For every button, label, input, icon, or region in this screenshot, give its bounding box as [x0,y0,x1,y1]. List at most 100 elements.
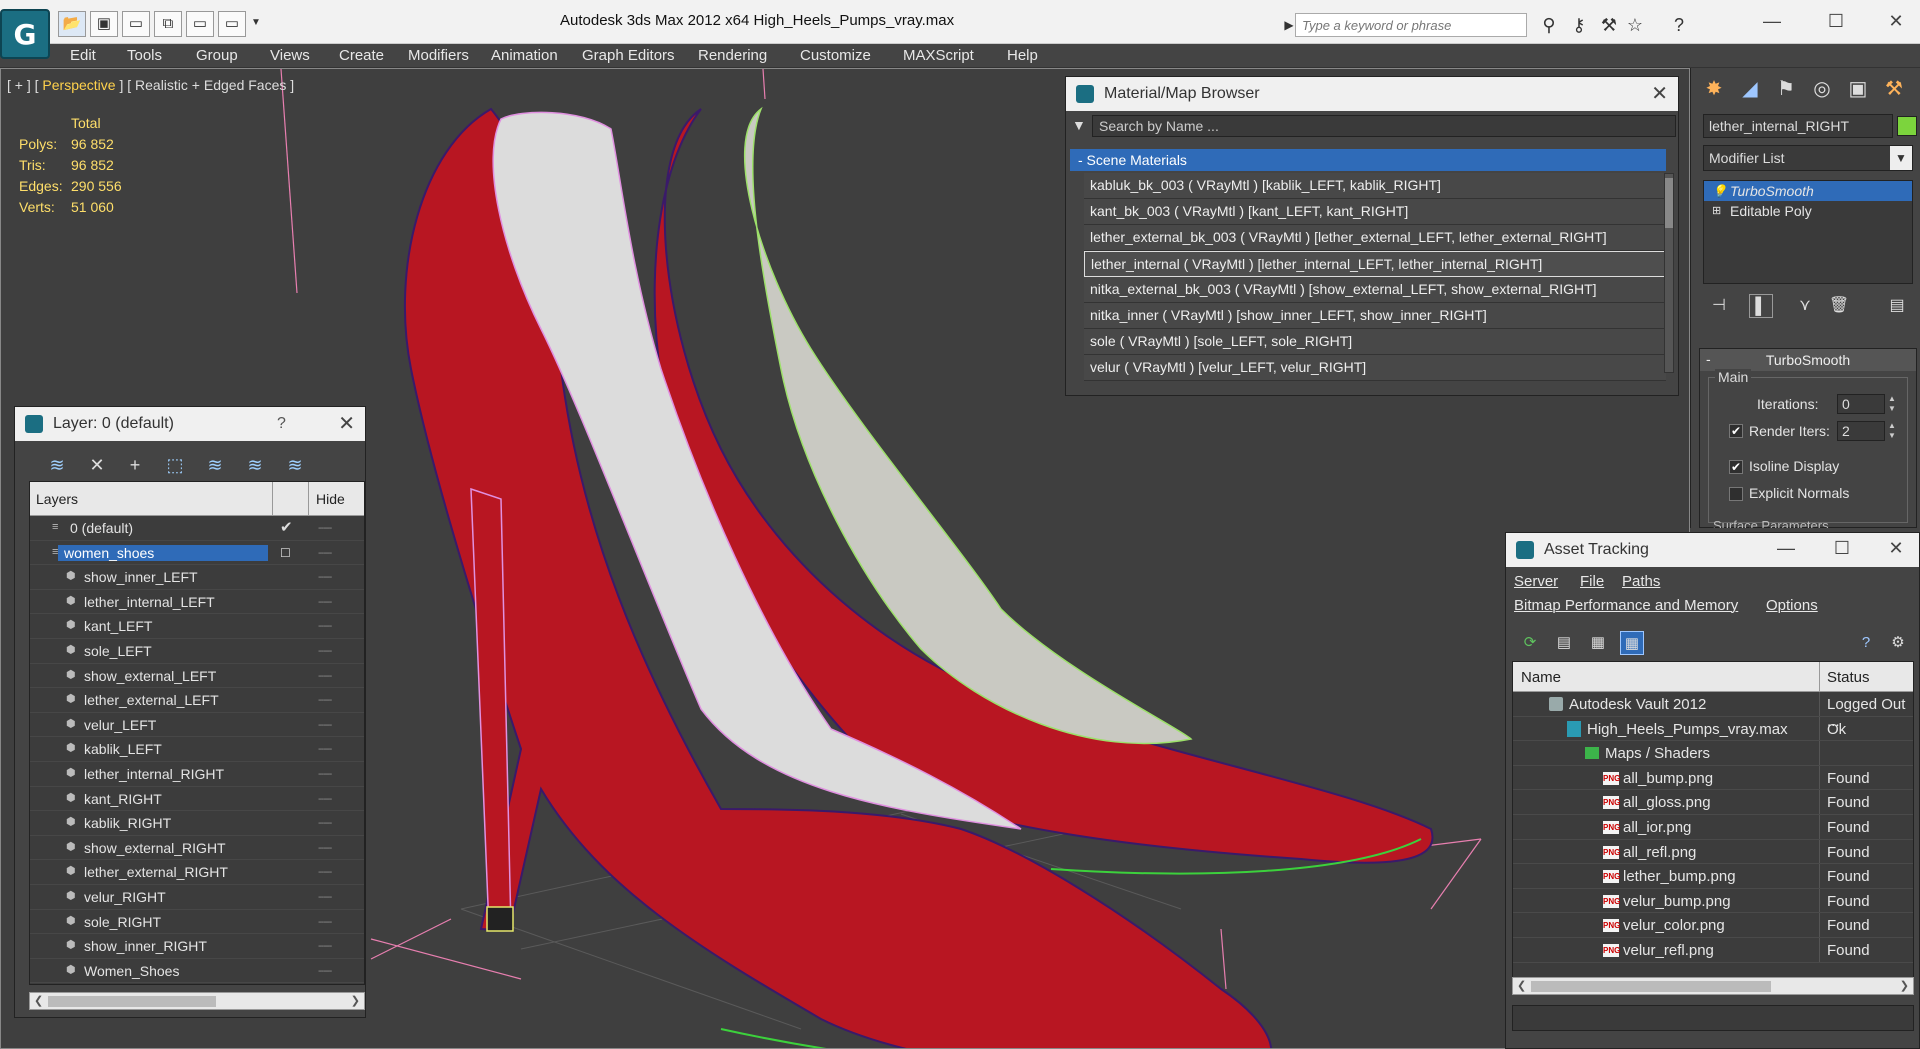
material-row[interactable]: nitka_external_bk_003 ( VRayMtl ) [show_… [1084,277,1666,303]
layer-name[interactable]: velur_RIGHT [84,889,166,905]
pin-stack-icon[interactable]: ⊣ [1707,294,1731,318]
render-iters-spinner[interactable]: 2 [1837,421,1885,441]
menu-modifiers[interactable]: Modifiers [408,47,469,64]
modify-tab-icon[interactable]: ◢ [1735,76,1765,104]
asset-row[interactable]: High_Heels_Pumps_vray.max Ok [1513,716,1913,742]
iterations-spinner[interactable]: 0 [1837,394,1885,414]
material-row[interactable]: nitka_inner ( VRayMtl ) [show_inner_LEFT… [1084,303,1666,329]
layer-name[interactable]: lether_internal_LEFT [84,594,215,610]
asset-row[interactable]: PNG all_bump.png Found [1513,765,1913,791]
create-tab-icon[interactable]: ✸ [1699,76,1729,104]
layer-row[interactable]: ⬢ lether_external_LEFT ----- [30,688,364,713]
thumbnail-view-icon[interactable]: ▦ [1586,631,1610,655]
asset-row[interactable]: Autodesk Vault 2012 Logged Out ... [1513,692,1913,730]
maximize-icon[interactable]: ☐ [1824,538,1860,562]
viewport-view-name[interactable]: Perspective [39,77,120,93]
hide-toggle[interactable]: ----- [318,940,332,952]
create-layer-icon[interactable]: ≋ [45,453,69,477]
hide-toggle[interactable]: ----- [318,866,332,878]
search-by-name-input[interactable]: Search by Name ... [1092,115,1676,137]
hierarchy-tab-icon[interactable]: ⚑ [1771,76,1801,104]
configure-modifier-sets-icon[interactable]: ▤ [1885,294,1909,318]
asset-row[interactable]: PNG velur_refl.png Found [1513,937,1913,963]
hide-toggle[interactable]: ----- [318,743,332,755]
help-icon[interactable]: ? [1666,13,1692,37]
layer-name[interactable]: show_external_RIGHT [84,840,226,856]
material-row[interactable]: kant_bk_003 ( VRayMtl ) [kant_LEFT, kant… [1084,199,1666,225]
asset-row[interactable]: PNG velur_bump.png Found [1513,888,1913,914]
close-icon[interactable]: ✕ [338,411,355,436]
menu-bitmap-performance[interactable]: Bitmap Performance and Memory [1514,597,1738,614]
viewport-label[interactable]: [ + ] [ Perspective ] [ Realistic + Edge… [7,77,294,93]
layer-row[interactable]: ⬢ sole_RIGHT ----- [30,910,364,935]
hide-toggle[interactable]: ----- [318,891,332,903]
surface-parameters-rollout[interactable]: Surface Parameters [1713,518,1829,528]
layer-row[interactable]: ≡ women_shoes ☐ ----- [30,541,364,566]
layer-row[interactable]: ⬢ show_external_LEFT ----- [30,664,364,689]
add-to-layer-icon[interactable]: + [123,453,147,477]
menu-animation[interactable]: Animation [491,47,558,64]
redo-icon[interactable]: ⧉ [154,11,182,37]
minimize-icon[interactable]: — [1752,6,1792,36]
menu-graph-editors[interactable]: Graph Editors [582,47,675,64]
layer-row[interactable]: ⬢ show_external_RIGHT ----- [30,836,364,861]
hide-toggle[interactable]: ----- [318,670,332,682]
hold-icon[interactable]: ▭ [186,11,214,37]
asset-row[interactable]: PNG lether_bump.png Found [1513,864,1913,889]
scene-materials-group[interactable]: - Scene Materials [1070,149,1666,171]
modifier-list-dropdown[interactable]: Modifier List ▼ [1703,145,1913,171]
layer-name[interactable]: Women_Shoes [84,963,179,979]
layer-name[interactable]: kablik_RIGHT [84,815,171,831]
help-icon[interactable]: ? [277,415,286,433]
spinner-arrows-icon[interactable]: ▲ ▼ [1887,394,1897,414]
menu-file[interactable]: File [1580,573,1604,590]
layer-row[interactable]: ⬢ kablik_RIGHT ----- [30,811,364,836]
save-file-icon[interactable]: ▣ [90,11,118,37]
refresh-icon[interactable]: ⟳ [1518,631,1542,655]
favorites-star-icon[interactable]: ☆ [1622,13,1648,37]
material-list-scrollbar[interactable] [1664,173,1674,373]
set-current-layer-icon[interactable]: ☐ [280,546,291,560]
layer-row[interactable]: ⬢ kant_LEFT ----- [30,614,364,639]
material-row[interactable]: kabluk_bk_003 ( VRayMtl ) [kablik_LEFT, … [1084,173,1666,199]
layer-name[interactable]: show_inner_LEFT [84,569,198,585]
subscription-icon[interactable]: ⚒ [1596,13,1622,37]
explicit-normals-checkbox[interactable] [1729,487,1743,501]
binoculars-icon[interactable]: ⚲ [1536,13,1562,37]
rollout-header[interactable]: - TurboSmooth [1700,349,1916,371]
hide-toggle[interactable]: ----- [318,719,332,731]
hide-toggle[interactable]: ----- [318,793,332,805]
asset-help-icon[interactable]: ? [1854,631,1878,655]
list-view-icon[interactable]: ▤ [1552,631,1576,655]
hide-toggle[interactable]: ----- [318,522,332,534]
layer-row[interactable]: ≡ 0 (default) ✔ ----- [30,516,364,541]
asset-row[interactable]: Maps / Shaders [1513,741,1913,766]
freeze-all-layers-icon[interactable]: ≋ [283,453,307,477]
menu-options[interactable]: Options [1766,597,1818,614]
app-logo-icon[interactable]: G [0,9,50,59]
layer-name[interactable]: women_shoes [58,544,268,561]
chevron-down-icon[interactable]: ▼ [1890,146,1912,170]
hide-toggle[interactable]: ----- [318,645,332,657]
object-color-swatch[interactable] [1897,116,1917,136]
hide-toggle[interactable]: ----- [318,571,332,583]
layer-row[interactable]: ⬢ show_inner_RIGHT ----- [30,934,364,959]
layer-row[interactable]: ⬢ show_inner_LEFT ----- [30,565,364,590]
column-layers[interactable]: Layers [36,491,78,507]
layer-row[interactable]: ⬢ lether_external_RIGHT ----- [30,860,364,885]
hide-toggle[interactable]: ----- [318,817,332,829]
menu-server[interactable]: Server [1514,573,1558,590]
render-iters-checkbox[interactable]: ✔ [1729,424,1743,438]
viewport-label-prefix[interactable]: [ + ] [ [7,77,39,93]
hide-toggle[interactable]: ----- [318,916,332,928]
menu-edit[interactable]: Edit [70,47,96,64]
column-status[interactable]: Status [1827,669,1870,686]
spinner-arrows-icon[interactable]: ▲ ▼ [1887,421,1897,441]
lightbulb-icon[interactable]: 💡 [1712,184,1727,198]
menu-maxscript[interactable]: MAXScript [903,47,974,64]
hide-toggle[interactable]: ----- [318,965,332,977]
material-row[interactable]: velur ( VRayMtl ) [velur_LEFT, velur_RIG… [1084,355,1666,381]
layer-panel-titlebar[interactable]: Layer: 0 (default) ? ✕ [15,407,365,441]
menu-group[interactable]: Group [196,47,238,64]
layer-row[interactable]: ⬢ lether_internal_RIGHT ----- [30,762,364,787]
